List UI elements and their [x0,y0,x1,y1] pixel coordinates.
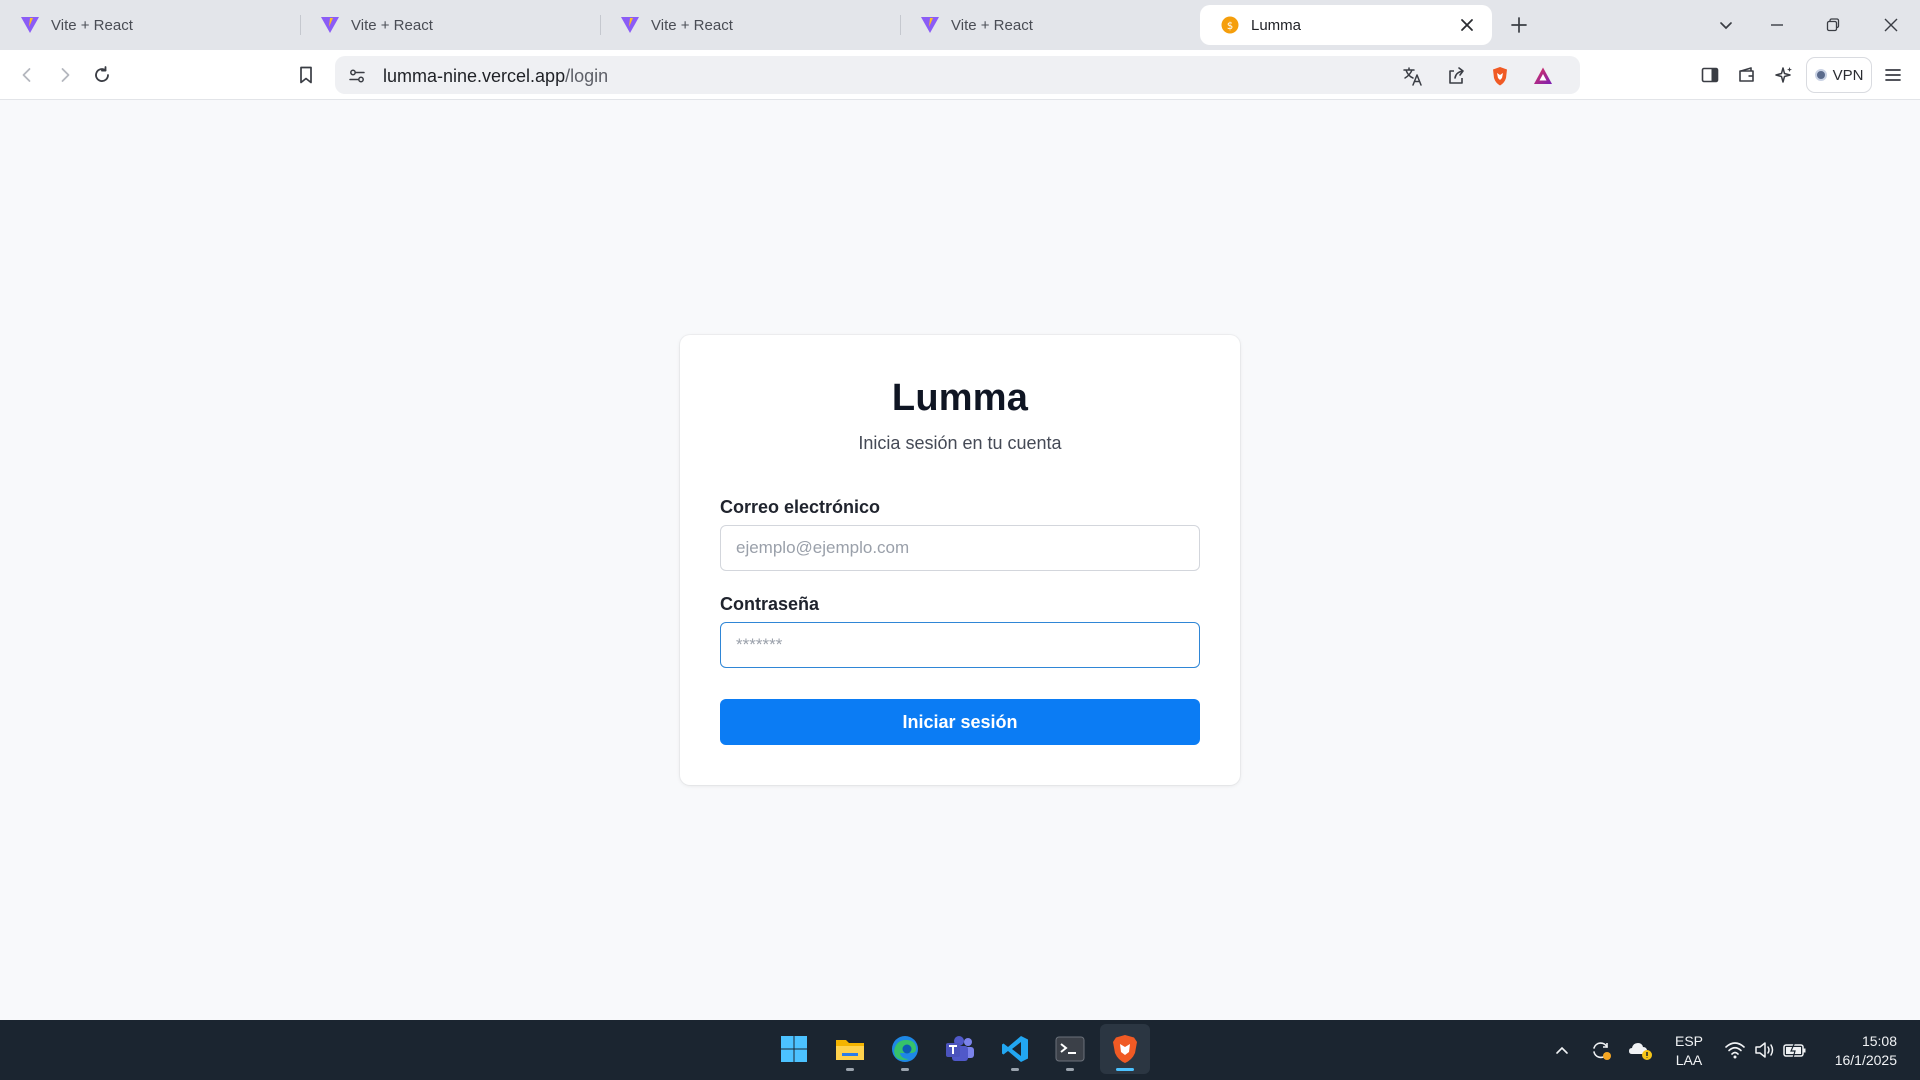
vite-icon [20,15,40,35]
battery-icon[interactable] [1782,1037,1808,1063]
new-tab-icon[interactable] [1505,11,1533,39]
system-clock[interactable]: 15:08 16/1/2025 [1815,1032,1897,1070]
address-url: lumma-nine.vercel.app/login [383,66,608,87]
reload-icon[interactable] [88,61,116,89]
menu-icon[interactable] [1879,61,1907,89]
password-field[interactable] [720,622,1200,668]
leo-ai-icon[interactable] [1770,61,1798,89]
login-card: Lumma Inicia sesión en tu cuenta Correo … [680,335,1240,785]
share-icon[interactable] [1443,63,1469,89]
running-indicator [1011,1068,1019,1071]
bookmark-icon[interactable] [292,61,320,89]
browser-tab-active[interactable]: $ Lumma [1200,5,1492,45]
tab-search-chevron-icon[interactable] [1706,10,1746,40]
clock-date: 16/1/2025 [1834,1052,1897,1068]
back-icon[interactable] [13,61,41,89]
windows-taskbar: ESP LAA 15:08 16/1/2025 [0,1020,1920,1080]
volume-icon[interactable] [1752,1037,1778,1063]
vpn-label: VPN [1832,66,1864,84]
login-button[interactable]: Iniciar sesión [720,699,1200,745]
running-indicator [901,1068,909,1071]
brave-shields-icon[interactable] [1487,63,1513,89]
tab-title: Lumma [1251,16,1302,34]
lumma-favicon-icon: $ [1220,15,1240,35]
address-host: lumma-nine.vercel.app [383,66,566,86]
page-title: Lumma [891,377,1029,419]
close-window-icon[interactable] [1871,10,1911,40]
browser-tab-strip: Vite + React Vite + React Vite + React V… [0,0,1920,50]
wifi-icon[interactable] [1722,1037,1748,1063]
restore-icon[interactable] [1813,10,1853,40]
terminal-icon[interactable] [1045,1024,1095,1074]
email-field[interactable] [720,525,1200,571]
brave-rewards-icon[interactable] [1530,63,1556,89]
forward-icon[interactable] [51,61,79,89]
vscode-icon[interactable] [990,1024,1040,1074]
lang-primary: ESP [1674,1033,1703,1049]
password-label: Contraseña [720,594,820,614]
onedrive-icon[interactable] [1628,1037,1654,1063]
browser-tab[interactable]: Vite + React [300,5,600,45]
vpn-button[interactable]: VPN [1806,57,1872,93]
address-path: /login [565,66,609,86]
tab-title: Vite + React [51,16,133,34]
tab-title: Vite + React [351,16,433,34]
teams-icon[interactable] [935,1024,985,1074]
minimize-icon[interactable] [1757,10,1797,40]
site-settings-icon[interactable] [344,63,370,89]
running-indicator [1066,1068,1074,1071]
address-bar[interactable]: lumma-nine.vercel.app/login [335,56,1580,94]
chevron-up-icon[interactable] [1549,1037,1575,1063]
lang-secondary: LAA [1675,1052,1703,1068]
sync-icon[interactable] [1588,1037,1614,1063]
vite-icon [920,15,940,35]
running-indicator [1116,1068,1134,1071]
close-tab-icon[interactable] [1456,14,1478,36]
browser-tab[interactable]: Vite + React [600,5,900,45]
windows-start-icon[interactable] [769,1024,819,1074]
vite-icon [320,15,340,35]
vite-icon [620,15,640,35]
brave-icon[interactable] [1100,1024,1150,1074]
edge-icon[interactable] [880,1024,930,1074]
vpn-status-icon [1814,69,1827,81]
clock-time: 15:08 [1861,1033,1897,1049]
email-label: Correo electrónico [720,497,881,517]
browser-toolbar: lumma-nine.vercel.app/login VPN [0,50,1920,100]
tab-title: Vite + React [651,16,733,34]
tab-title: Vite + React [951,16,1033,34]
sidebar-icon[interactable] [1696,61,1724,89]
page-subtitle: Inicia sesión en tu cuenta [858,433,1062,453]
file-explorer-icon[interactable] [825,1024,875,1074]
browser-tab[interactable]: Vite + React [0,5,300,45]
svg-text:$: $ [1227,21,1233,32]
wallet-icon[interactable] [1733,61,1761,89]
running-indicator [846,1068,854,1071]
translate-icon[interactable] [1400,63,1426,89]
input-language[interactable]: ESP LAA [1672,1032,1706,1070]
browser-tab[interactable]: Vite + React [900,5,1200,45]
